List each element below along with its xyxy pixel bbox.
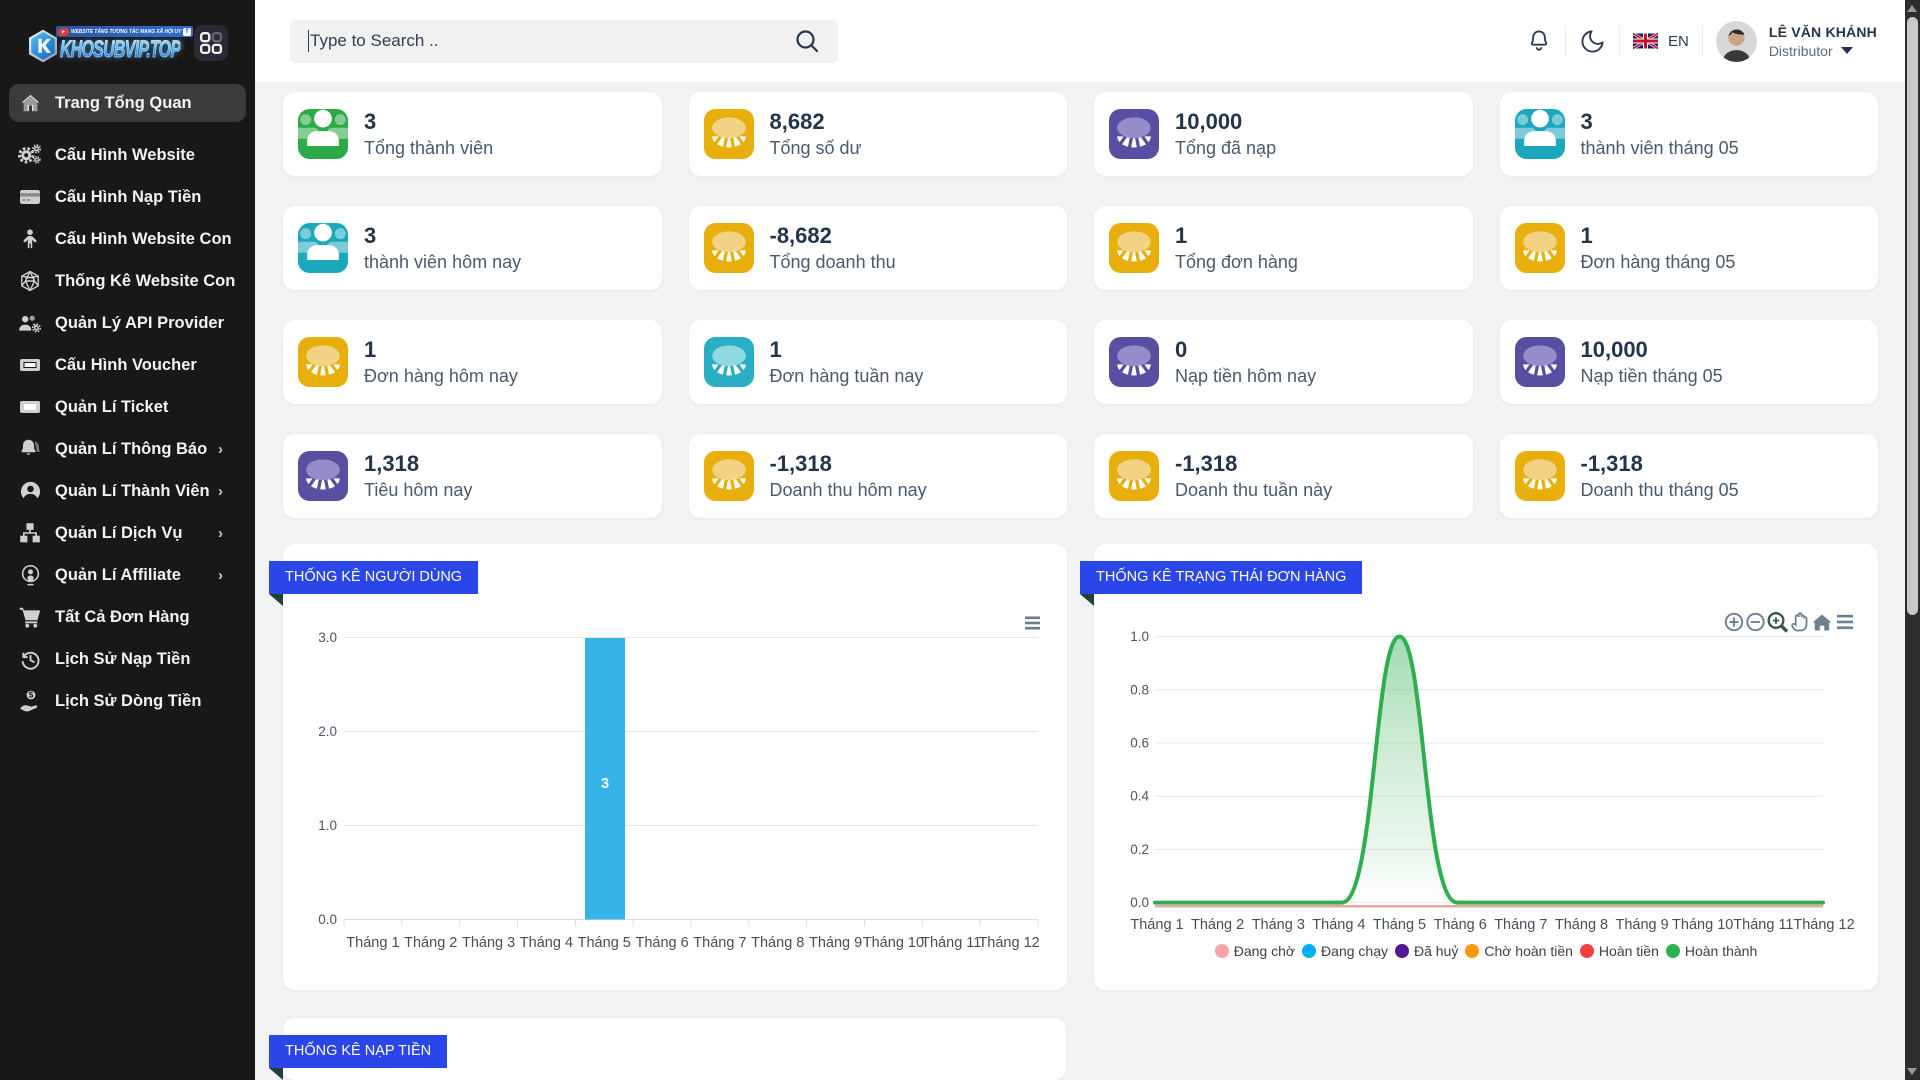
svg-text:Tháng 4: Tháng 4 — [520, 935, 573, 951]
svg-text:3: 3 — [601, 776, 609, 792]
svg-text:Tháng 7: Tháng 7 — [1494, 917, 1547, 933]
svg-text:0.0: 0.0 — [1130, 895, 1149, 910]
svg-text:Tháng 6: Tháng 6 — [635, 935, 688, 951]
svg-text:Tháng 9: Tháng 9 — [809, 935, 862, 951]
svg-text:Tháng 12: Tháng 12 — [1793, 917, 1854, 933]
svg-text:Tháng 10: Tháng 10 — [863, 935, 924, 951]
svg-text:Tháng 2: Tháng 2 — [1191, 917, 1244, 933]
svg-text:3.0: 3.0 — [318, 630, 337, 645]
svg-text:Tháng 2: Tháng 2 — [404, 935, 457, 951]
svg-text:Tháng 11: Tháng 11 — [1733, 917, 1793, 933]
svg-text:1.0: 1.0 — [318, 818, 337, 833]
svg-text:Tháng 3: Tháng 3 — [1252, 917, 1305, 933]
svg-text:Tháng 9: Tháng 9 — [1615, 917, 1668, 933]
svg-text:Tháng 8: Tháng 8 — [751, 935, 804, 951]
svg-text:0.8: 0.8 — [1130, 682, 1149, 697]
svg-text:Tháng 4: Tháng 4 — [1312, 917, 1365, 933]
svg-text:Tháng 5: Tháng 5 — [578, 935, 631, 951]
svg-text:Tháng 12: Tháng 12 — [978, 935, 1039, 951]
svg-text:Tháng 8: Tháng 8 — [1555, 917, 1608, 933]
svg-text:Tháng 7: Tháng 7 — [693, 935, 746, 951]
svg-text:2.0: 2.0 — [318, 724, 337, 739]
svg-text:Tháng 10: Tháng 10 — [1672, 917, 1733, 933]
svg-text:0.0: 0.0 — [318, 912, 337, 927]
svg-text:Tháng 6: Tháng 6 — [1434, 917, 1487, 933]
svg-text:Tháng 3: Tháng 3 — [462, 935, 515, 951]
svg-text:0.4: 0.4 — [1130, 789, 1149, 804]
svg-text:$: $ — [29, 691, 34, 700]
svg-text:Tháng 5: Tháng 5 — [1373, 917, 1426, 933]
svg-text:Tháng 11: Tháng 11 — [921, 935, 981, 951]
svg-text:Tháng 1: Tháng 1 — [1130, 917, 1183, 933]
svg-text:1.0: 1.0 — [1130, 629, 1149, 644]
svg-text:Tháng 1: Tháng 1 — [346, 935, 399, 951]
svg-text:0.6: 0.6 — [1130, 736, 1149, 751]
svg-text:0.2: 0.2 — [1130, 842, 1149, 857]
